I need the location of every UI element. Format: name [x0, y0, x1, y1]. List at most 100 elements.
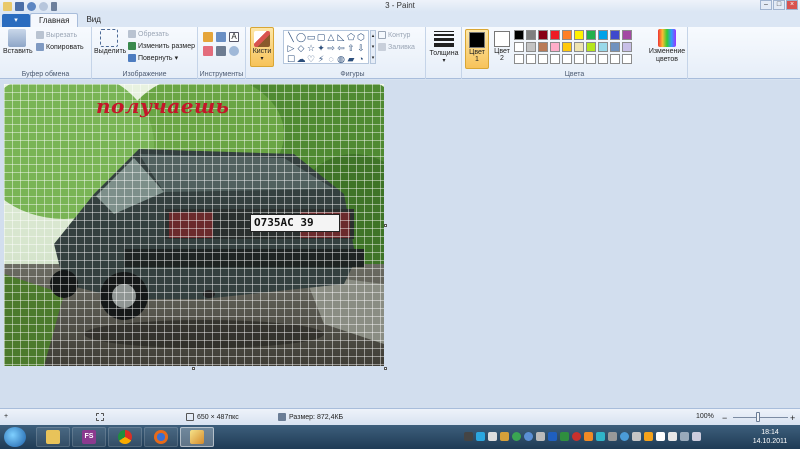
zoom-in-button[interactable]: + — [790, 413, 795, 423]
tray-flag-icon[interactable] — [668, 432, 677, 441]
shape-option[interactable]: ╲ — [286, 32, 296, 43]
color1-button[interactable]: Цвет 1 — [465, 29, 489, 69]
palette-swatch[interactable] — [538, 30, 548, 40]
taskbar-paint[interactable] — [180, 427, 214, 447]
shape-option[interactable]: △ — [326, 32, 336, 43]
shape-option[interactable]: ⇩ — [356, 43, 366, 54]
tab-view[interactable]: Вид — [78, 13, 108, 27]
shape-option[interactable]: ◯ — [296, 32, 306, 43]
pencil-icon[interactable] — [203, 32, 213, 42]
text-tool-icon[interactable]: A — [229, 32, 239, 42]
resize-button[interactable]: Изменить размер — [128, 42, 195, 50]
tray-agent-icon[interactable] — [620, 432, 629, 441]
tab-home[interactable]: Главная — [30, 13, 79, 27]
shape-option[interactable]: ♡ — [306, 54, 316, 65]
shape-option[interactable]: ◍ — [336, 54, 346, 65]
tray-cloud-icon[interactable] — [536, 432, 545, 441]
zoom-out-button[interactable]: − — [722, 413, 727, 423]
tray-network-icon[interactable] — [680, 432, 689, 441]
palette-swatch[interactable] — [514, 42, 524, 52]
palette-swatch[interactable] — [574, 42, 584, 52]
select-button[interactable]: Выделить — [94, 29, 126, 55]
shape-option[interactable]: ⬠ — [346, 32, 356, 43]
palette-swatch[interactable] — [514, 54, 524, 64]
palette-swatch[interactable] — [598, 30, 608, 40]
tray-bluetooth-icon[interactable] — [548, 432, 557, 441]
palette-swatch[interactable] — [610, 30, 620, 40]
tray-gray-icon[interactable] — [608, 432, 617, 441]
palette-swatch[interactable] — [574, 30, 584, 40]
tray-monitor-icon[interactable] — [488, 432, 497, 441]
shape-option[interactable]: ⇦ — [336, 43, 346, 54]
tray-globe-icon[interactable] — [524, 432, 533, 441]
palette-swatch[interactable] — [586, 42, 596, 52]
palette-swatch[interactable] — [526, 54, 536, 64]
palette-swatch[interactable] — [598, 42, 608, 52]
resize-handle-right[interactable] — [384, 224, 387, 227]
shape-option[interactable]: ☆ — [306, 43, 316, 54]
shape-option[interactable]: ◔ — [356, 54, 366, 65]
shape-option[interactable]: ▢ — [316, 32, 326, 43]
tray-green-icon[interactable] — [512, 432, 521, 441]
palette-swatch[interactable] — [610, 54, 620, 64]
resize-handle-corner[interactable] — [384, 367, 387, 370]
outline-button[interactable]: Контур — [378, 31, 410, 39]
size-button[interactable]: Толщина ▾ — [429, 29, 459, 64]
shape-option[interactable]: ⚡ — [316, 54, 326, 65]
color2-button[interactable]: Цвет 2 — [490, 29, 514, 69]
shape-option[interactable]: ◇ — [296, 43, 306, 54]
shape-option[interactable]: ▷ — [286, 43, 296, 54]
tray-tool-icon[interactable] — [500, 432, 509, 441]
shapes-scroll[interactable]: ▴ ▾ ▾ — [370, 30, 376, 64]
palette-swatch[interactable] — [622, 42, 632, 52]
rotate-button[interactable]: Повернуть ▾ — [128, 54, 178, 62]
shape-option[interactable]: ☁ — [296, 54, 306, 65]
tray-update-icon[interactable] — [632, 432, 641, 441]
crop-button[interactable]: Обрезать — [128, 30, 169, 38]
palette-swatch[interactable] — [622, 30, 632, 40]
palette-swatch[interactable] — [586, 30, 596, 40]
palette-swatch[interactable] — [562, 30, 572, 40]
tray-shield-icon[interactable] — [560, 432, 569, 441]
magnifier-icon[interactable] — [229, 46, 239, 56]
palette-swatch[interactable] — [586, 54, 596, 64]
copy-button[interactable]: Копировать — [36, 43, 84, 51]
eraser-icon[interactable] — [203, 46, 213, 56]
palette-swatch[interactable] — [514, 30, 524, 40]
fill-bucket-icon[interactable] — [216, 32, 226, 42]
taskbar-explorer[interactable] — [36, 427, 70, 447]
close-button[interactable]: × — [786, 0, 798, 10]
palette-swatch[interactable] — [610, 42, 620, 52]
tray-red-icon[interactable] — [572, 432, 581, 441]
shape-option[interactable]: ☐ — [286, 54, 296, 65]
palette-swatch[interactable] — [598, 54, 608, 64]
tray-ok-icon[interactable] — [644, 432, 653, 441]
shapes-gallery[interactable]: ╲ ◯ ▭ ▢ △ ◺ ⬠ ⬡ ▷ ◇ ☆ ✦ ⇨ ⇦ ⇧ ⇩ ☐ ☁ ♡ ⚡ ◌ ◍ ▰ ◔ — [283, 30, 369, 64]
edit-colors-button[interactable]: Изменение цветов — [648, 29, 686, 64]
maximize-button[interactable]: □ — [773, 0, 785, 10]
shape-option[interactable]: ◌ — [326, 54, 336, 65]
taskbar-firefox[interactable] — [144, 427, 178, 447]
palette-swatch[interactable] — [538, 42, 548, 52]
canvas-image[interactable]: получаешь O735AC 39 — [4, 84, 384, 366]
paste-button[interactable]: Вставить — [3, 29, 33, 55]
zoom-slider-track[interactable] — [733, 417, 788, 418]
tray-app-icon[interactable] — [464, 432, 473, 441]
shape-option[interactable]: ✦ — [316, 43, 326, 54]
taskbar-chrome[interactable] — [108, 427, 142, 447]
shape-option[interactable]: ▰ — [346, 54, 356, 65]
cut-button[interactable]: Вырезать — [36, 31, 77, 39]
palette-swatch[interactable] — [526, 30, 536, 40]
color-picker-icon[interactable] — [216, 46, 226, 56]
tray-volume-icon[interactable] — [692, 432, 701, 441]
brushes-button[interactable]: Кисти ▾ — [250, 27, 274, 67]
zoom-slider-thumb[interactable] — [756, 412, 760, 422]
taskbar-fs[interactable]: FS — [72, 427, 106, 447]
fill-button[interactable]: Заливка — [378, 43, 415, 51]
palette-swatch[interactable] — [562, 42, 572, 52]
tray-orange-icon[interactable] — [584, 432, 593, 441]
resize-handle-bottom[interactable] — [192, 367, 195, 370]
shape-option[interactable]: ⇧ — [346, 43, 356, 54]
tray-cyan-icon[interactable] — [596, 432, 605, 441]
taskbar-clock[interactable]: 18:14 14.10.2011 — [750, 428, 790, 446]
